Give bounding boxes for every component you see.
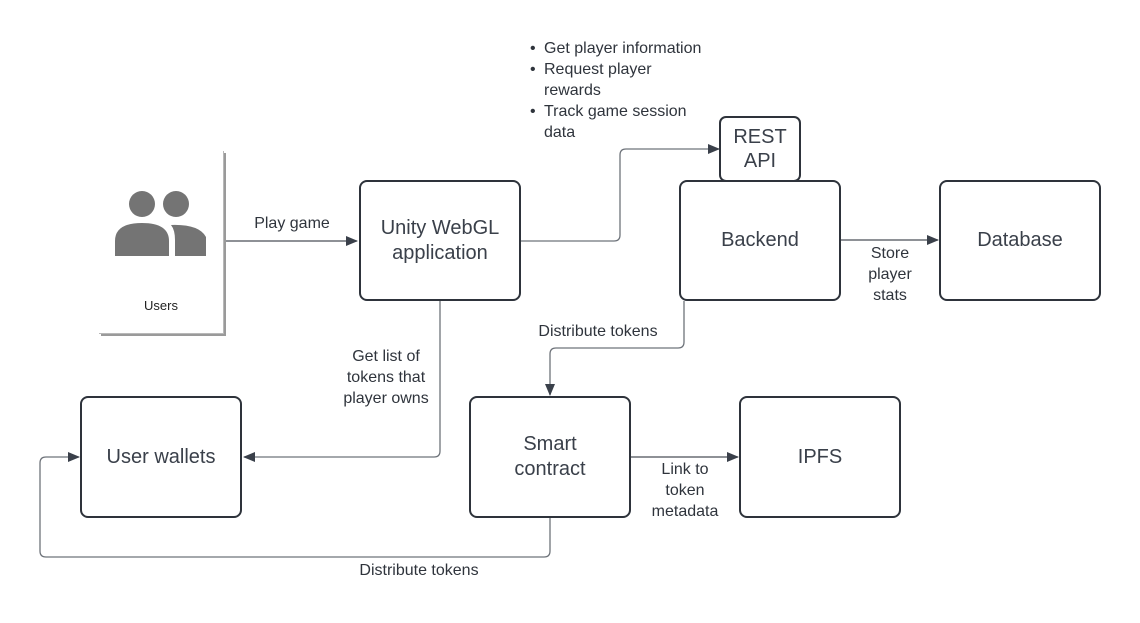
api-note-item: Track game session data <box>530 101 719 143</box>
edge-backend-to-smart-contract <box>545 301 685 396</box>
edge-label-link-metadata: Link to token metadata <box>644 459 726 522</box>
edge-label-distribute-tokens-wallets: Distribute tokens <box>359 562 479 579</box>
get-tokens-line1: Get list of <box>352 348 420 365</box>
backend-label: Backend <box>721 229 799 251</box>
node-smart-contract[interactable]: Smart contract <box>469 396 631 518</box>
node-user-wallets[interactable]: User wallets <box>80 396 242 518</box>
users-icon <box>115 191 206 256</box>
smart-contract-label-line1: Smart <box>523 433 577 455</box>
database-label: Database <box>977 229 1063 251</box>
node-ipfs[interactable]: IPFS <box>739 396 901 518</box>
node-rest-api[interactable]: REST API <box>719 116 801 182</box>
store-stats-line3: stats <box>873 287 907 304</box>
unity-label-line1: Unity WebGL <box>380 216 500 239</box>
store-stats-line2: player <box>868 266 912 283</box>
rest-api-label-line1: REST <box>733 126 787 148</box>
edge-label-play-game: Play game <box>254 215 330 232</box>
edge-label-store-player-stats: Store player stats <box>850 243 930 306</box>
users-label: Users <box>144 298 178 313</box>
link-metadata-line3: metadata <box>651 503 719 520</box>
smart-contract-label-line2: contract <box>514 458 586 480</box>
user-wallets-label: User wallets <box>106 445 216 468</box>
rest-api-notes: Get player information Request player re… <box>530 38 730 143</box>
ipfs-label: IPFS <box>797 445 843 468</box>
get-tokens-line2: tokens that <box>346 369 426 386</box>
edge-label-get-token-list: Get list of tokens that player owns <box>334 346 438 409</box>
node-backend[interactable]: Backend <box>679 180 841 301</box>
link-metadata-line1: Link to <box>661 461 709 478</box>
store-stats-line1: Store <box>870 245 910 262</box>
link-metadata-line2: token <box>665 482 705 499</box>
rest-api-label-line2: API <box>743 150 777 172</box>
api-note-item: Get player information <box>530 38 730 59</box>
api-note-item: Request player rewards <box>530 59 674 101</box>
unity-label-line2: application <box>392 241 488 264</box>
node-unity-webgl-application[interactable]: Unity WebGL application <box>359 180 521 301</box>
edge-label-distribute-tokens-backend: Distribute tokens <box>538 323 658 340</box>
get-tokens-line3: player owns <box>343 390 429 407</box>
users-actor[interactable]: Users <box>99 151 224 334</box>
node-database[interactable]: Database <box>939 180 1101 301</box>
